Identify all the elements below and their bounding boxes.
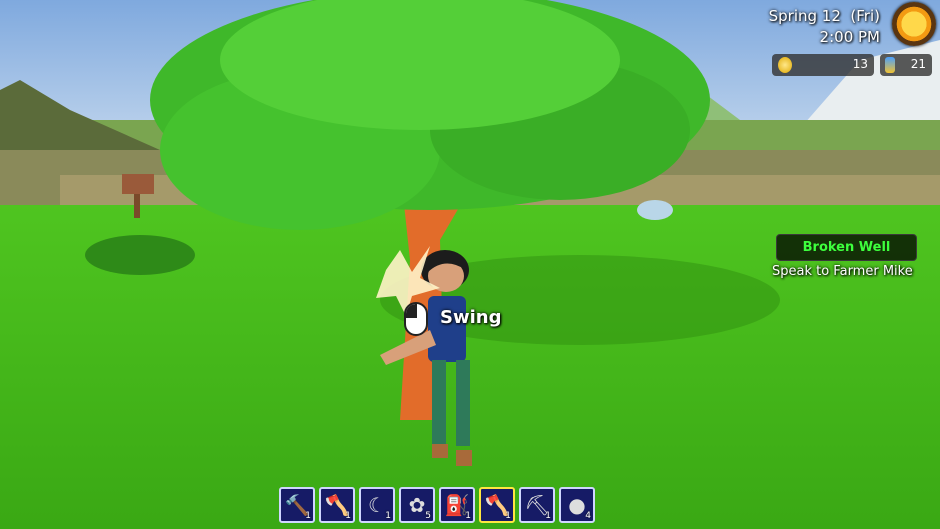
trophy-icon [885, 57, 895, 73]
hotbar-slot-quantity: 1 [545, 511, 551, 521]
weekday: (Fri) [850, 7, 880, 25]
hotbar-slot-quantity: 1 [305, 511, 311, 521]
hotbar-slot-quantity: 4 [585, 511, 591, 521]
clock-time: 2:00 PM [819, 28, 880, 46]
hotbar-slot-sickle[interactable]: ☾ 1 [359, 487, 395, 523]
quest-title[interactable]: Broken Well [776, 234, 917, 261]
hotbar-slot-quantity: 1 [505, 511, 511, 521]
hotbar-slot-quantity: 5 [425, 511, 431, 521]
rock [637, 200, 673, 220]
hotbar-slot-quantity: 1 [465, 511, 471, 521]
sun-icon [892, 2, 936, 46]
game-viewport[interactable]: Spring 12 (Fri) 2:00 PM 13 21 Broken Wel… [0, 0, 940, 529]
quest-description: Speak to Farmer Mike [772, 264, 913, 279]
hotbar-slot-stone[interactable]: ● 4 [559, 487, 595, 523]
hotbar-slot-axe[interactable]: 🪓 1 [319, 487, 355, 523]
gem-count: 21 [910, 57, 926, 71]
coin-icon [778, 57, 792, 73]
hotbar-slot-pickaxe[interactable]: ⛏ 1 [519, 487, 555, 523]
date-time-display: Spring 12 (Fri) 2:00 PM [769, 6, 880, 48]
season-day: Spring 12 [768, 7, 841, 25]
gem-counter: 21 [880, 54, 932, 76]
mouse-left-click-icon [404, 302, 428, 336]
action-prompt-label: Swing [440, 307, 502, 328]
hotbar: 🔨 1 🪓 1 ☾ 1 ✿ 5 ⛽ 1 🪓 1 ⛏ 1 ● 4 [279, 487, 595, 523]
hotbar-slot-seed-bag[interactable]: ✿ 5 [399, 487, 435, 523]
coin-counter: 13 [772, 54, 874, 76]
coin-count: 13 [852, 57, 868, 71]
bush [85, 235, 195, 275]
hotbar-slot-quantity: 1 [345, 511, 351, 521]
hotbar-slot-big-axe[interactable]: 🪓 1 [479, 487, 515, 523]
hotbar-slot-watering-can[interactable]: ⛽ 1 [439, 487, 475, 523]
hotbar-slot-quantity: 1 [385, 511, 391, 521]
hotbar-slot-hammer[interactable]: 🔨 1 [279, 487, 315, 523]
